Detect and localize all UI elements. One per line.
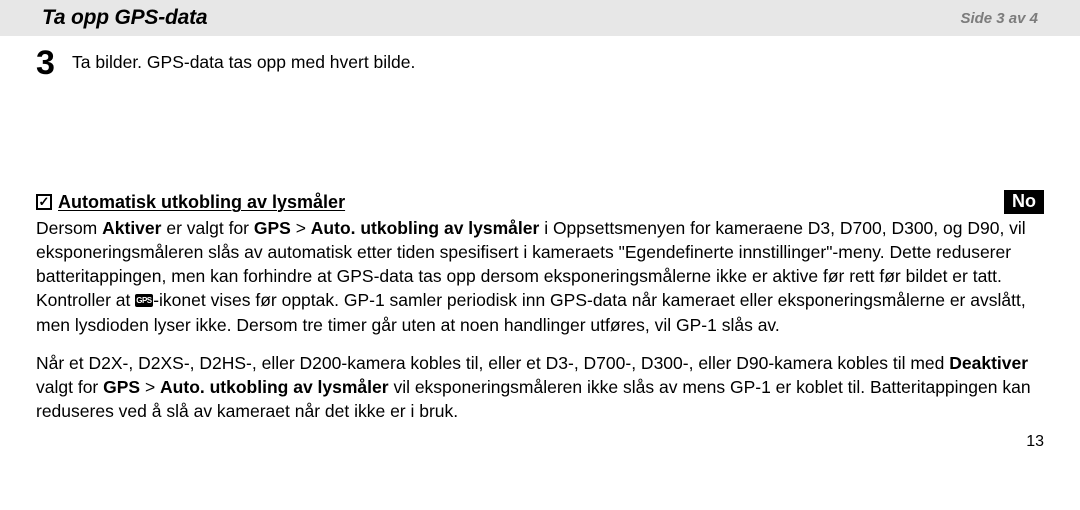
- step-text: Ta bilder. GPS-data tas opp med hvert bi…: [72, 46, 415, 75]
- page-number: 13: [36, 433, 1044, 451]
- subheading: Automatisk utkobling av lysmåler: [36, 192, 345, 213]
- text-bold: Auto. utkobling av lysmåler: [311, 218, 540, 238]
- page-title: Ta opp GPS-data: [6, 6, 207, 30]
- check-icon: [36, 194, 52, 210]
- subhead-row: Automatisk utkobling av lysmåler No: [36, 190, 1044, 214]
- text-run: Når et D2X-, D2XS-, D2HS-, eller D200-ka…: [36, 353, 949, 373]
- text-bold: Auto. utkobling av lysmåler: [160, 377, 389, 397]
- text-bold: GPS: [103, 377, 140, 397]
- page-indicator: Side 3 av 4: [960, 10, 1074, 27]
- text-run: >: [140, 377, 160, 397]
- language-badge: No: [1004, 190, 1044, 214]
- text-bold: GPS: [254, 218, 291, 238]
- manual-page: Ta opp GPS-data Side 3 av 4 3 Ta bilder.…: [0, 0, 1080, 451]
- step-row: 3 Ta bilder. GPS-data tas opp med hvert …: [36, 36, 1044, 80]
- text-run: Dersom: [36, 218, 102, 238]
- text-run: >: [291, 218, 311, 238]
- text-bold: Aktiver: [102, 218, 161, 238]
- spacer: [36, 80, 1044, 180]
- step-number: 3: [36, 46, 72, 80]
- text-run: er valgt for: [161, 218, 253, 238]
- text-run: -ikonet vises før opptak. GP-1 samler pe…: [36, 290, 1026, 334]
- header-band: Ta opp GPS-data Side 3 av 4: [0, 0, 1080, 36]
- paragraph-2: Når et D2X-, D2XS-, D2HS-, eller D200-ka…: [36, 351, 1044, 423]
- gps-icon: [135, 294, 153, 307]
- text-run: valgt for: [36, 377, 103, 397]
- subheading-text: Automatisk utkobling av lysmåler: [58, 192, 345, 213]
- paragraph-1: Dersom Aktiver er valgt for GPS > Auto. …: [36, 216, 1044, 337]
- text-bold: Deaktiver: [949, 353, 1028, 373]
